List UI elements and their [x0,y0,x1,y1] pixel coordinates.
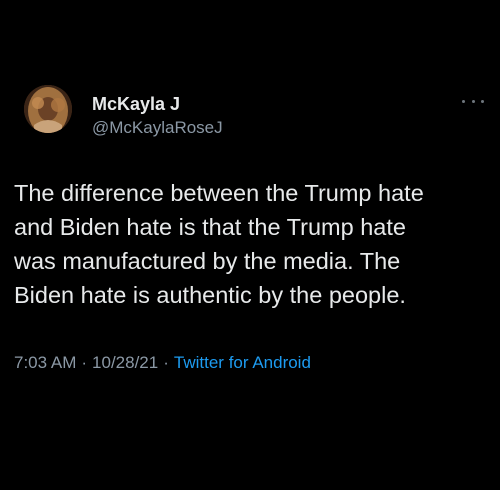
dot [471,99,475,103]
tweet-text: The difference between the Trump hate an… [14,180,424,308]
display-name[interactable]: McKayla J [92,94,180,115]
user-handle[interactable]: @McKaylaRoseJ [92,118,223,138]
avatar-image [24,85,72,133]
avatar[interactable] [24,85,72,133]
tweet-time[interactable]: 7:03 AM [14,353,76,372]
dot [481,99,484,103]
separator: · [81,353,88,372]
tweet-container: McKayla J @McKaylaRoseJ The difference b… [0,0,500,490]
dot [462,99,465,103]
tweet-date[interactable]: 10/28/21 [92,353,158,372]
more-dots-icon[interactable] [462,94,484,108]
tweet-meta: 7:03 AM · 10/28/21 · Twitter for Android [14,353,311,373]
tweet-source[interactable]: Twitter for Android [174,353,311,372]
separator: · [163,353,169,372]
